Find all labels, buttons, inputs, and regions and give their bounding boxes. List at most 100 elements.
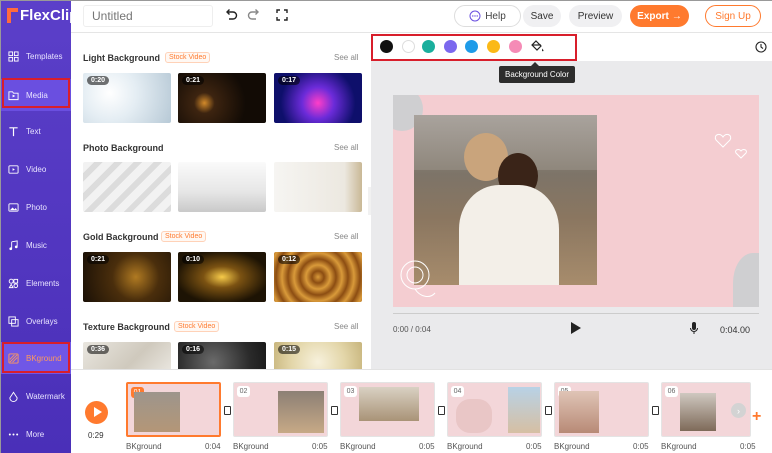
save-button[interactable]: Save	[523, 5, 561, 27]
clip-duration: 0:04	[205, 442, 221, 451]
clip-number: 02	[237, 386, 250, 397]
timeline-clip[interactable]: 02	[233, 382, 328, 437]
topbar: Help Save Preview Export → Sign Up	[71, 1, 772, 33]
clip-label: BKground	[447, 442, 483, 451]
redo-icon[interactable]	[247, 8, 261, 22]
timeline: 0:29 01 BKground 0:04 02 BKground 0:05 0…	[71, 369, 772, 453]
clip-photo	[359, 387, 419, 421]
section-title: Photo Background	[83, 143, 164, 153]
thumbnail[interactable]: 0:21	[178, 73, 266, 123]
preview-button[interactable]: Preview	[569, 5, 622, 27]
play-icon[interactable]	[571, 322, 581, 334]
transition-icon[interactable]	[224, 406, 231, 415]
color-swatch-white[interactable]	[402, 40, 415, 53]
color-swatch-pink[interactable]	[509, 40, 522, 53]
color-swatch-purple[interactable]	[444, 40, 457, 53]
shapes-icon	[8, 278, 19, 288]
sidebar-item-music[interactable]: Music	[1, 229, 71, 261]
thumbnail[interactable]: 0:12	[274, 252, 362, 302]
heart-decoration-icon	[714, 133, 747, 159]
thumbnail[interactable]: 0:21	[83, 252, 171, 302]
help-button[interactable]: Help	[454, 5, 521, 27]
clip-duration: 0:05	[633, 442, 649, 451]
progress-track[interactable]	[393, 313, 759, 314]
sidebar-item-photo[interactable]: Photo	[1, 191, 71, 223]
see-all-link[interactable]: See all	[334, 143, 358, 152]
background-panel: Light Background Stock Video See all 0:2…	[71, 33, 369, 369]
color-swatch-black[interactable]	[380, 40, 393, 53]
paint-bucket-icon[interactable]	[530, 39, 544, 53]
add-clip-button[interactable]: +	[752, 408, 761, 426]
sidebar-item-templates[interactable]: Templates	[1, 40, 71, 72]
sidebar-item-video[interactable]: Video	[1, 153, 71, 185]
stock-video-badge: Stock Video	[161, 231, 207, 242]
duration-badge: 0:17	[278, 76, 301, 85]
color-swatch-teal[interactable]	[422, 40, 435, 53]
clip-photo	[456, 399, 492, 433]
timeline-clip[interactable]: 04	[447, 382, 542, 437]
sidebar-item-label: Music	[26, 240, 47, 250]
clip-photo	[134, 392, 180, 432]
sidebar-item-watermark[interactable]: Watermark	[1, 380, 71, 412]
sidebar-item-label: More	[26, 429, 45, 439]
signup-button[interactable]: Sign Up	[705, 5, 761, 27]
timeline-clip[interactable]: 05	[554, 382, 649, 437]
clock-icon[interactable]	[755, 41, 767, 53]
thumbnail[interactable]: 0:15	[274, 342, 362, 369]
clip-duration: 0:05	[740, 442, 756, 451]
clip-photo	[680, 393, 716, 431]
thumbnail[interactable]	[274, 162, 362, 212]
more-icon	[8, 432, 19, 436]
transition-icon[interactable]	[545, 406, 552, 415]
transition-icon[interactable]	[331, 406, 338, 415]
color-swatch-yellow[interactable]	[487, 40, 500, 53]
chevron-right-icon: ›	[737, 405, 740, 416]
sidebar-item-more[interactable]: More	[1, 418, 71, 450]
scroll-right-button[interactable]: ›	[731, 403, 746, 418]
logo-mark-icon	[7, 8, 19, 23]
background-color-tooltip: Background Color	[499, 62, 576, 83]
sidebar-item-text[interactable]: Text	[1, 115, 71, 147]
timeline-clip[interactable]: 01	[126, 382, 221, 437]
thumbnail[interactable]	[178, 162, 266, 212]
clip-label: BKground	[554, 442, 590, 451]
color-swatch-blue[interactable]	[465, 40, 478, 53]
duration-badge: 0:10	[182, 255, 205, 264]
sidebar-item-label: Video	[26, 164, 47, 174]
fullscreen-icon[interactable]	[275, 8, 289, 22]
thumbnail[interactable]: 0:10	[178, 252, 266, 302]
clip-number: 03	[344, 386, 357, 397]
thumbnail[interactable]	[83, 162, 171, 212]
undo-icon[interactable]	[224, 8, 238, 22]
transition-icon[interactable]	[652, 406, 659, 415]
thumbnail[interactable]: 0:16	[178, 342, 266, 369]
sidebar-item-elements[interactable]: Elements	[1, 267, 71, 299]
timeline-play-button[interactable]	[85, 401, 108, 424]
thumbnail[interactable]: 0:20	[83, 73, 171, 123]
thumbnail[interactable]: 0:36	[83, 342, 171, 369]
image-icon	[8, 202, 19, 212]
see-all-link[interactable]: See all	[334, 53, 358, 62]
clip-photo	[278, 391, 324, 433]
export-button[interactable]: Export →	[630, 5, 689, 27]
timeline-clip[interactable]: 03	[340, 382, 435, 437]
sidebar-item-label: Watermark	[26, 391, 65, 401]
sidebar-item-bkground[interactable]: BKground	[1, 342, 71, 374]
stock-video-badge: Stock Video	[165, 52, 211, 63]
export-label: Export	[637, 10, 669, 22]
sidebar-item-overlays[interactable]: Overlays	[1, 305, 71, 337]
see-all-link[interactable]: See all	[334, 232, 358, 241]
help-label: Help	[485, 10, 506, 22]
clip-label: BKground	[126, 442, 162, 451]
duration-badge: 0:15	[278, 345, 301, 354]
sidebar-item-media[interactable]: Media	[1, 79, 71, 111]
current-time: 0:00 / 0:04	[393, 325, 431, 334]
background-color-toolbar	[371, 33, 772, 61]
project-title-input[interactable]	[83, 5, 213, 27]
transition-icon[interactable]	[438, 406, 445, 415]
thumbnail[interactable]: 0:17	[274, 73, 362, 123]
microphone-icon[interactable]	[689, 321, 699, 335]
video-canvas[interactable]	[393, 95, 759, 307]
logo[interactable]: FlexClip	[7, 7, 78, 24]
see-all-link[interactable]: See all	[334, 322, 358, 331]
